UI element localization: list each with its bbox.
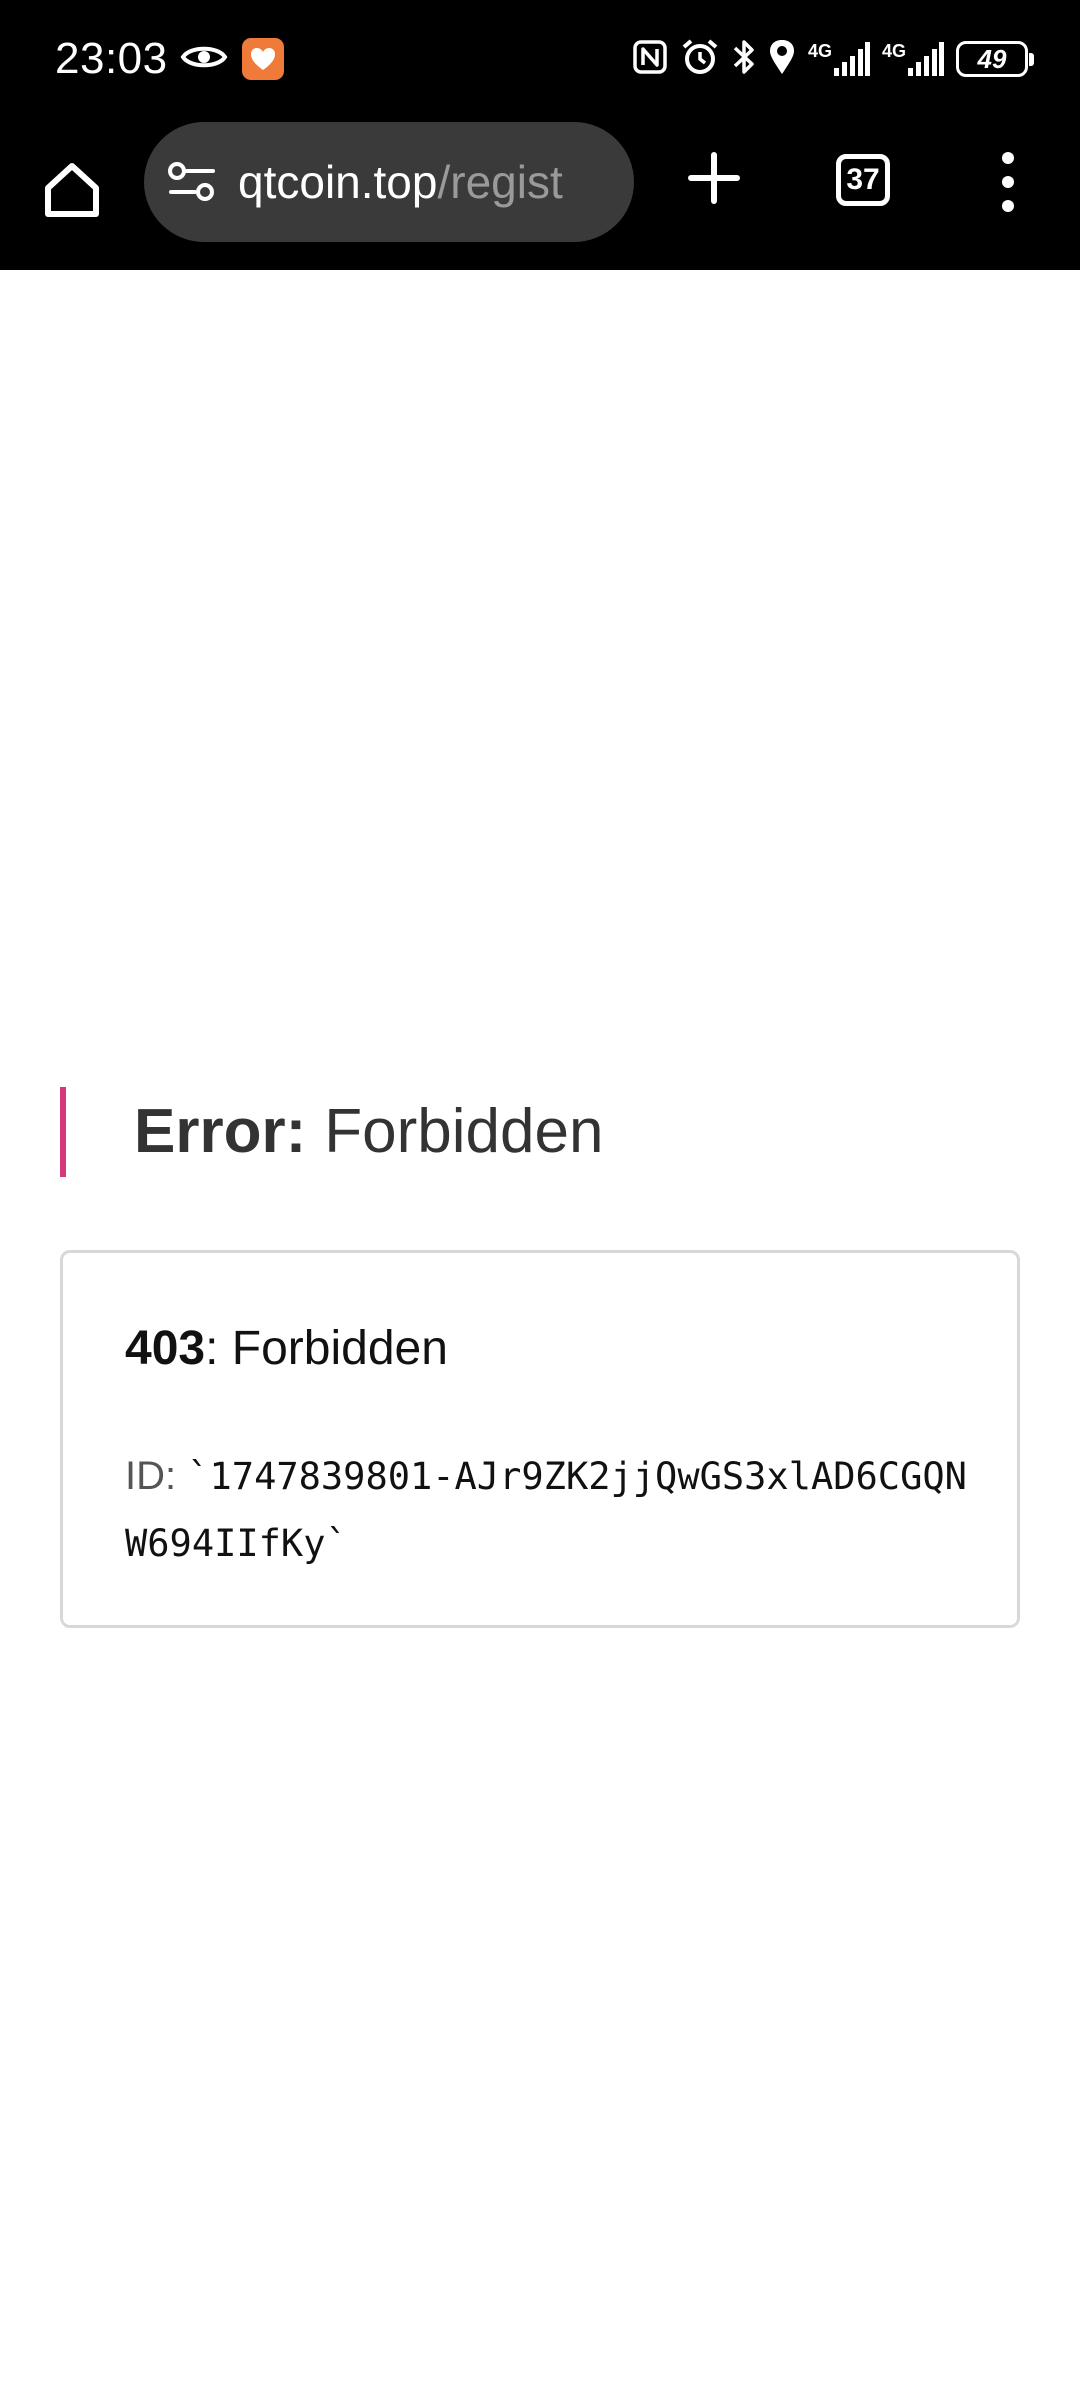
- app-badge-icon: [242, 38, 284, 80]
- alarm-icon: [680, 38, 720, 81]
- plus-icon: [688, 152, 740, 204]
- more-options-button[interactable]: [988, 146, 1028, 218]
- status-code: 403: [125, 1322, 206, 1375]
- status-text: : Forbidden: [205, 1322, 448, 1375]
- home-icon: [45, 163, 99, 217]
- eye-icon: [180, 42, 228, 77]
- menu-dot-icon: [1002, 152, 1014, 164]
- status-right-icons: 4G 4G 49: [632, 36, 1034, 82]
- battery-icon: 49: [956, 41, 1034, 77]
- error-heading: Error: Forbidden: [60, 1087, 603, 1177]
- status-time: 23:03: [55, 34, 168, 83]
- request-id-label: ID:: [125, 1454, 177, 1498]
- nfc-icon: [632, 39, 668, 80]
- site-settings-icon[interactable]: [166, 156, 218, 208]
- location-icon: [768, 38, 796, 81]
- menu-dot-icon: [1002, 176, 1014, 188]
- error-status-line: 403: Forbidden: [125, 1319, 448, 1379]
- tab-switcher-button[interactable]: 37: [836, 154, 890, 206]
- tab-count: 37: [846, 163, 880, 196]
- network-type-label: 4G: [881, 41, 906, 61]
- error-message: Forbidden: [324, 1097, 604, 1166]
- request-id-value: `1747839801-AJr9ZK2jjQwGS3xlAD6CGQNW694I…: [125, 1455, 967, 1565]
- status-bar: 23:03 4G 4G 49: [0, 0, 1080, 118]
- browser-toolbar: qtcoin.top/regist 37: [0, 118, 1080, 270]
- signal-icon: 4G: [808, 42, 870, 76]
- error-details-card: 403: Forbidden ID: `1747839801-AJr9ZK2jj…: [60, 1250, 1020, 1628]
- home-button[interactable]: [34, 152, 110, 228]
- signal-icon: 4G: [882, 42, 944, 76]
- url-text[interactable]: qtcoin.top/regist: [238, 152, 563, 212]
- new-tab-button[interactable]: [674, 138, 754, 218]
- url-path: /regist: [437, 156, 563, 208]
- error-label: Error:: [134, 1097, 307, 1166]
- network-type-label: 4G: [807, 41, 832, 61]
- request-id: ID: `1747839801-AJr9ZK2jjQwGS3xlAD6CGQNW…: [125, 1443, 985, 1577]
- battery-level: 49: [977, 44, 1007, 74]
- address-bar[interactable]: qtcoin.top/regist: [144, 122, 634, 242]
- url-host: qtcoin.top: [238, 156, 438, 208]
- status-left-icons: [180, 36, 284, 82]
- menu-dot-icon: [1002, 200, 1014, 212]
- bluetooth-icon: [732, 38, 756, 81]
